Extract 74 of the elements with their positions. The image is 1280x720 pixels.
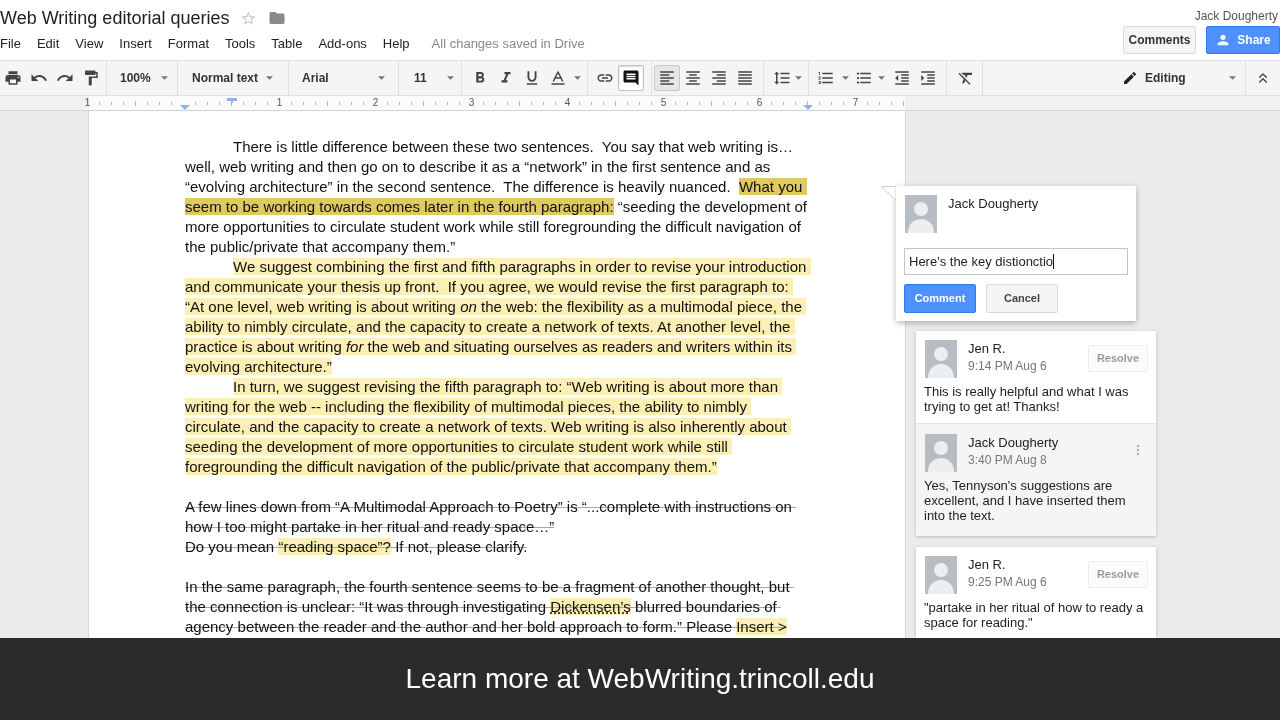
align-left-icon	[658, 69, 676, 87]
caret-icon	[378, 76, 385, 80]
numbered-list-icon	[817, 69, 835, 87]
font-size-dropdown[interactable]: 11	[399, 65, 461, 91]
font-dropdown[interactable]: Arial	[289, 65, 398, 91]
align-center-icon	[684, 69, 702, 87]
document-paragraph: Do you mean “reading space”? If not, please clarify.	[185, 537, 529, 557]
first-line-indent-marker-icon[interactable]	[227, 98, 237, 103]
paragraph-style-dropdown[interactable]: Normal text	[178, 65, 288, 91]
printer-icon	[4, 69, 22, 87]
ruler-label: 2	[371, 97, 380, 109]
comment-time: 9:14 PM Aug 6	[968, 358, 1048, 374]
comment-time: 9:25 PM Aug 6	[968, 574, 1048, 590]
menu-item[interactable]: Help	[382, 36, 410, 52]
menu-item[interactable]: View	[75, 36, 104, 52]
comment-input[interactable]: Here's the key distionctio	[904, 248, 1128, 275]
comment-icon	[622, 69, 640, 87]
menu-item[interactable]: Table	[271, 36, 303, 52]
caret-icon	[878, 76, 885, 80]
menu-item[interactable]: File	[0, 36, 21, 52]
text-cursor-icon	[1053, 254, 1055, 269]
menu-item[interactable]: Add-ons	[318, 36, 367, 52]
banner-text: Learn more at WebWriting.trincoll.edu	[405, 663, 875, 695]
comment-author: Jen R.	[968, 557, 1007, 573]
save-status: All changes saved in Drive	[431, 36, 585, 52]
ruler-label: 1	[275, 97, 284, 109]
comment-text: This is really helpful and what I was trying to get at! Thanks!	[923, 384, 1130, 416]
menu-item[interactable]: Edit	[36, 36, 60, 52]
cancel-button[interactable]: Cancel	[986, 284, 1058, 313]
menu-item[interactable]: Insert	[119, 36, 152, 52]
align-left-button[interactable]	[654, 65, 680, 91]
caret-icon	[266, 76, 273, 80]
comment-text: "partake in her ritual of how to ready a space for reading."	[923, 600, 1145, 632]
decrease-indent-icon	[893, 69, 911, 87]
caret-icon	[795, 76, 802, 80]
user-avatar-icon	[925, 556, 957, 594]
increase-indent-icon	[919, 69, 937, 87]
comment-author: Jack Dougherty	[948, 196, 1039, 212]
caret-icon	[574, 76, 581, 80]
document-paragraph: There is little difference between these two sentences. You say that web writing is… well, web writing and then go on to describe it as a “network” in the first sentence and as “evolving architecture” in the second sentence. The difference is heavily nuanced. What you seem to be working towards comes later in the fourth paragraph: “seeding the development of more opportunities to circulate student work while still foregrounding the difficult navigation of the public/private that accompany them.”	[185, 137, 809, 257]
user-avatar-icon	[925, 434, 957, 472]
ruler-label: 6	[755, 97, 764, 109]
menu-item[interactable]: Tools	[225, 36, 256, 52]
caret-icon	[161, 76, 168, 80]
caret-icon	[842, 76, 849, 80]
user-avatar-icon	[925, 340, 957, 378]
line-spacing-icon	[773, 69, 791, 87]
comment-text: Yes, Tennyson's suggestions are excellent, and I have inserted them into the text.	[923, 478, 1127, 523]
pencil-icon	[1122, 70, 1138, 86]
user-avatar-icon	[905, 195, 937, 233]
align-justify-icon	[736, 69, 754, 87]
align-right-icon	[710, 69, 728, 87]
ruler-label: 3	[467, 97, 476, 109]
ruler-label: 1	[83, 97, 92, 109]
document-paragraph: We suggest combining the first and fifth paragraphs in order to revise your introduction and communicate your thesis up front. If you agree, we would revise the first paragraph to: “At one level, web writing is about writing on the web: the flexibility as a multimodal piece, the ability to nimbly circulate, and the capacity to create a network of texts. At another level, the practice is about writing for the web and situating ourselves as readers and writers within its evolving architecture.”	[185, 257, 809, 377]
comments-button[interactable]: Comments	[1123, 26, 1196, 54]
star-icon[interactable]	[240, 9, 258, 27]
caret-icon	[1229, 76, 1236, 80]
comment-author: Jen R.	[968, 341, 1007, 357]
mode-dropdown[interactable]: Editing	[1117, 65, 1243, 91]
ruler-label: 4	[563, 97, 572, 109]
folder-icon[interactable]	[268, 9, 287, 27]
caret-icon	[447, 76, 454, 80]
comment-author: Jack Dougherty	[968, 435, 1060, 451]
paint-roller-icon	[82, 69, 100, 87]
ruler-label: 7	[851, 97, 860, 109]
ruler-label: 5	[659, 97, 668, 109]
comment-time: 3:40 PM Aug 8	[968, 452, 1048, 468]
menu-item[interactable]: Format	[167, 36, 209, 52]
document-title[interactable]: Web Writing editorial queries	[0, 7, 230, 29]
insert-comment-button[interactable]	[618, 65, 644, 91]
text-color-icon	[549, 69, 567, 87]
zoom-dropdown[interactable]: 100%	[107, 65, 177, 91]
account-name[interactable]: Jack Dougherty	[1194, 9, 1278, 23]
